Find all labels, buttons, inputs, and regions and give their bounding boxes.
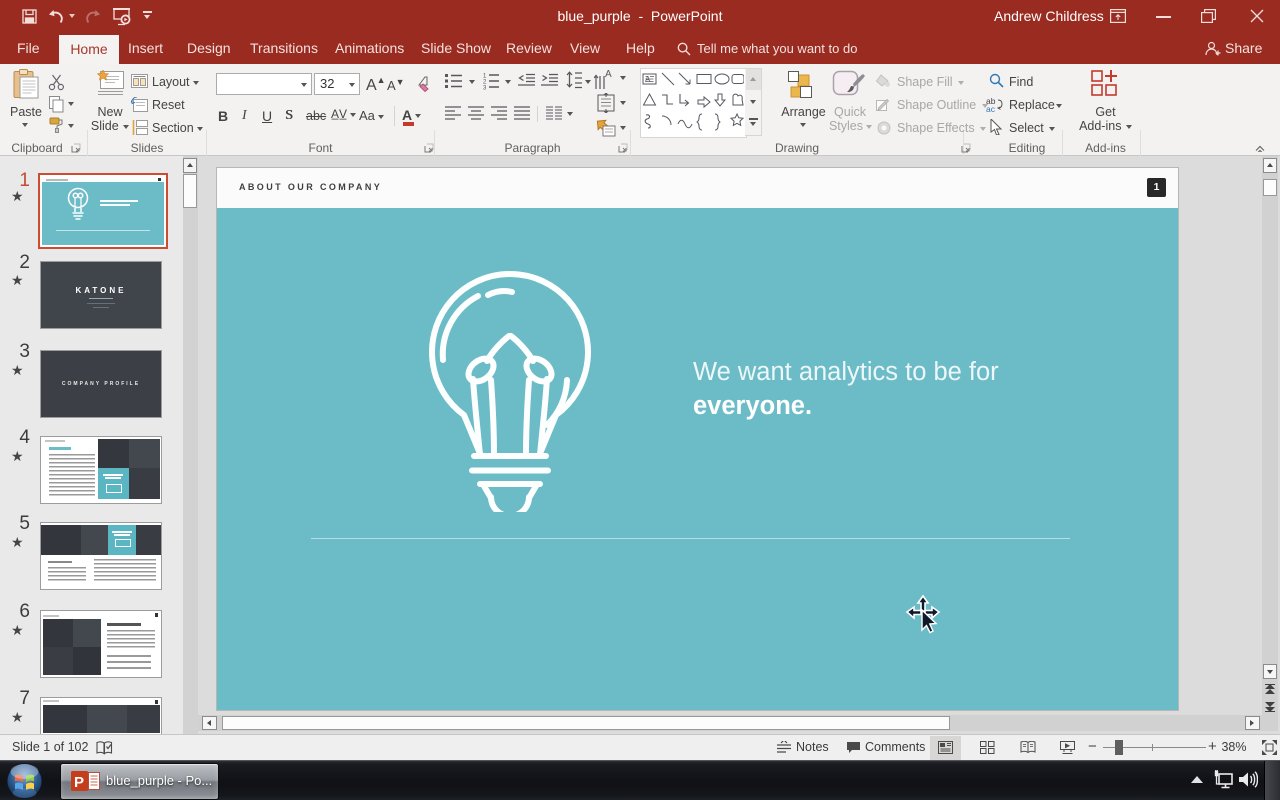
svg-text:3: 3 — [483, 86, 487, 91]
svg-text:A: A — [645, 75, 651, 84]
svg-text:ac: ac — [986, 104, 996, 112]
svg-text:P: P — [74, 774, 84, 791]
svg-text:A: A — [605, 69, 612, 80]
